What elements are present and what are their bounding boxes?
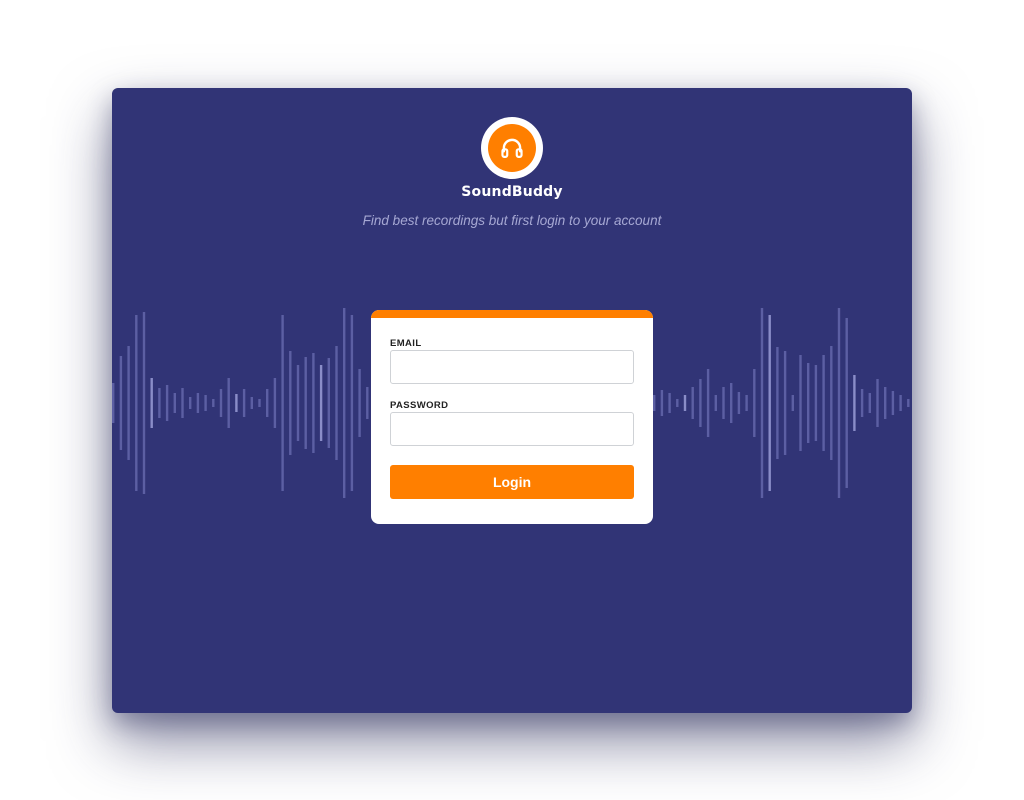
wave-bar — [837, 308, 841, 498]
wave-bar — [135, 315, 138, 491]
wave-bar — [814, 365, 818, 441]
app-logo — [481, 117, 543, 179]
wave-bar — [112, 383, 115, 423]
wave-bar — [289, 351, 292, 455]
wave-bar — [189, 397, 192, 409]
wave-bar — [343, 308, 346, 498]
logo-badge — [488, 124, 536, 172]
wave-bar — [830, 346, 833, 460]
wave-bar — [676, 399, 679, 407]
wave-bar — [683, 395, 687, 411]
wave-bar — [281, 315, 284, 491]
wave-bar — [822, 355, 825, 451]
wave-bar — [296, 365, 300, 441]
wave-bar — [807, 363, 810, 443]
wave-bar — [196, 393, 200, 413]
wave-bar — [335, 346, 338, 460]
wave-bar — [273, 378, 277, 428]
wave-bar — [783, 351, 787, 455]
wave-bar — [158, 388, 161, 418]
wave-bar — [876, 379, 879, 427]
wave-bar — [714, 395, 717, 411]
email-label: EMAIL — [390, 338, 422, 349]
wave-bar — [891, 391, 895, 415]
login-card: EMAIL PASSWORD Login — [371, 310, 653, 524]
wave-bar — [173, 393, 176, 413]
wave-bar — [768, 315, 771, 491]
password-label: PASSWORD — [390, 400, 449, 411]
login-screen: SoundBuddy Find best recordings but firs… — [112, 88, 912, 713]
wave-bar — [327, 358, 330, 448]
wave-bar — [760, 308, 764, 498]
wave-bar — [165, 385, 169, 421]
wave-bar — [319, 365, 323, 441]
password-field[interactable] — [390, 412, 634, 446]
wave-bar — [845, 318, 848, 488]
headphones-icon — [501, 138, 523, 158]
email-field[interactable] — [390, 350, 634, 384]
card-accent-bar — [371, 310, 653, 318]
wave-bar — [304, 357, 307, 449]
wave-bar — [722, 387, 725, 419]
wave-bar — [250, 397, 253, 409]
wave-bar — [799, 355, 802, 451]
wave-bar — [242, 389, 246, 417]
wave-bar — [235, 394, 238, 412]
wave-bar — [227, 378, 230, 428]
wave-bar — [204, 395, 207, 411]
wave-bar — [776, 347, 779, 459]
wave-bar — [899, 395, 902, 411]
wave-bar — [853, 375, 856, 431]
wave-bar — [868, 393, 871, 413]
login-button[interactable]: Login — [390, 465, 634, 499]
wave-bar — [358, 369, 361, 437]
wave-bar — [266, 389, 269, 417]
wave-bar — [884, 387, 887, 419]
app-name: SoundBuddy — [461, 184, 563, 200]
wave-bar — [791, 395, 794, 411]
wave-bar — [258, 399, 261, 407]
wave-bar — [653, 395, 656, 411]
wave-bar — [699, 379, 702, 427]
wave-bar — [350, 315, 354, 491]
wave-bar — [119, 356, 123, 450]
wave-bar — [312, 353, 315, 453]
wave-bar — [706, 369, 710, 437]
wave-bar — [181, 388, 184, 418]
wave-bar — [668, 393, 671, 413]
wave-bar — [150, 378, 153, 428]
wave-bar — [737, 392, 741, 414]
app-tagline: Find best recordings but first login to … — [362, 213, 662, 228]
wave-bar — [142, 312, 146, 494]
wave-bar — [745, 395, 748, 411]
wave-bar — [219, 389, 223, 417]
wave-bar — [366, 387, 369, 419]
wave-bar — [730, 383, 733, 423]
wave-bar — [691, 387, 694, 419]
wave-bar — [860, 389, 864, 417]
wave-bar — [127, 346, 130, 460]
wave-bar — [907, 399, 910, 407]
wave-bar — [753, 369, 756, 437]
wave-bar — [212, 399, 215, 407]
wave-bar — [660, 390, 664, 416]
